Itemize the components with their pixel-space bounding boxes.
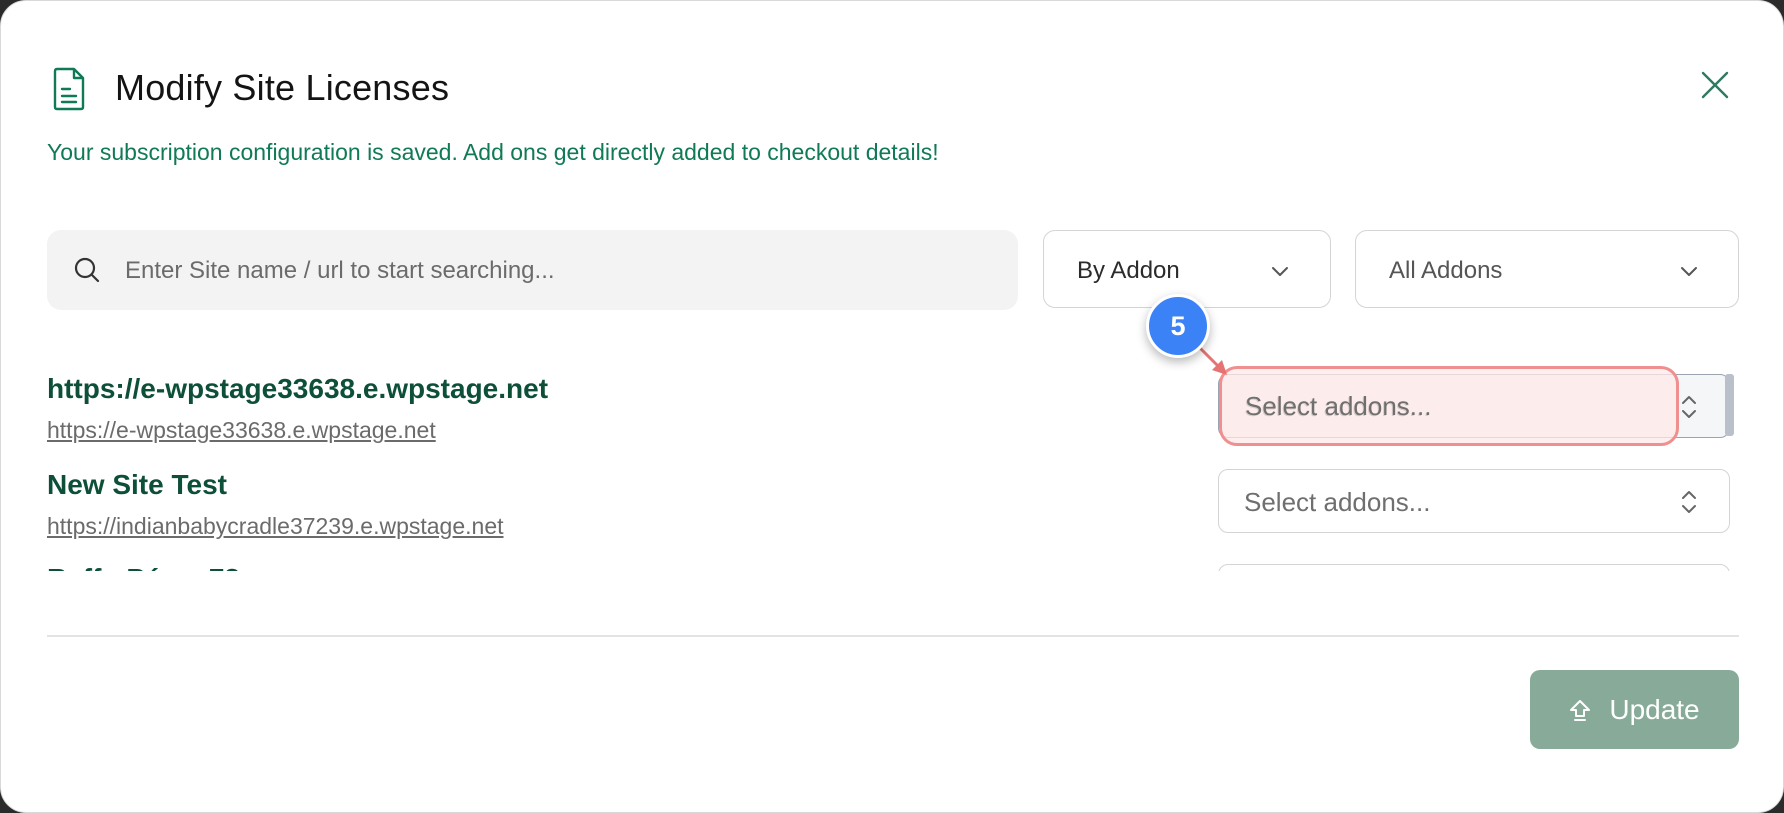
modal-title: Modify Site Licenses xyxy=(115,67,450,108)
site-name: New Site Test xyxy=(47,469,227,500)
site-name: https://e-wpstage33638.e.wpstage.net xyxy=(47,373,549,404)
updown-chevron-icon xyxy=(1682,396,1696,418)
update-button[interactable]: Update xyxy=(1530,670,1739,749)
site-search-box[interactable] xyxy=(47,230,1018,312)
update-button-label: Update xyxy=(1609,693,1700,725)
site-name: Raffo Pérez 73 xyxy=(47,563,240,571)
addon-select-placeholder: Select addons... xyxy=(1244,487,1431,517)
footer-divider xyxy=(47,635,1739,637)
modify-licenses-modal: Modify Site Licenses Your subscription c… xyxy=(0,0,1784,813)
addon-filter-dropdown[interactable]: All Addons xyxy=(1355,230,1739,308)
addon-select[interactable] xyxy=(1218,564,1730,571)
addon-select[interactable]: Select addons... xyxy=(1218,469,1730,533)
search-icon xyxy=(74,257,100,283)
updown-chevron-icon xyxy=(1682,491,1696,513)
chevron-down-icon xyxy=(1681,267,1697,276)
filter-mode-value: By Addon xyxy=(1077,257,1180,284)
chevron-down-icon xyxy=(1272,267,1288,276)
addon-filter-value: All Addons xyxy=(1389,257,1503,284)
site-url-link[interactable]: https://indianbabycradle37239.e.wpstage.… xyxy=(47,513,504,540)
scrollbar[interactable] xyxy=(1725,374,1734,436)
highlighted-addon-select[interactable]: Select addons... xyxy=(1219,366,1679,446)
save-status-message: Your subscription configuration is saved… xyxy=(47,139,939,165)
document-icon xyxy=(53,67,85,111)
close-icon[interactable] xyxy=(1697,67,1733,103)
site-url-link[interactable]: https://e-wpstage33638.e.wpstage.net xyxy=(47,417,436,444)
upload-arrow-icon xyxy=(1570,699,1591,721)
site-search-input[interactable] xyxy=(123,230,997,312)
addon-select-placeholder: Select addons... xyxy=(1245,391,1432,421)
step-badge: 5 xyxy=(1146,294,1210,358)
